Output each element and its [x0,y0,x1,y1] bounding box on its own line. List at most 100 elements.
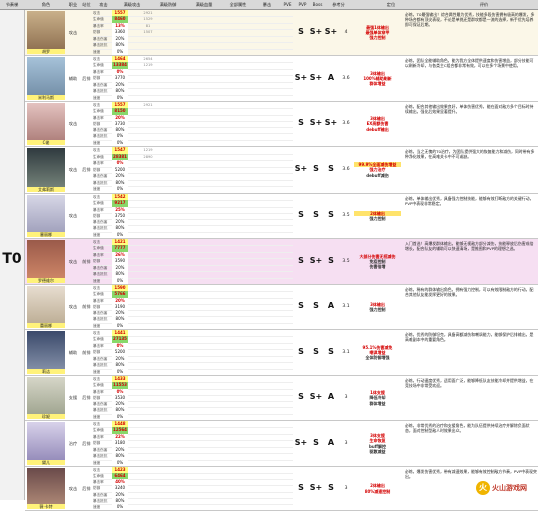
table-row[interactable]: 艾弗莉斯 攻击 后排 攻击 1547 1219 生命值 28381 2890 暴击率 0% 防御 520… [25,147,538,194]
rank-pve: S [298,346,304,356]
table-row[interactable]: 罗德维尔 攻击 前排 攻击 1421 生命值 7777 暴击率 26% 防御 3590 暴击伤害 20%… [25,239,538,285]
table-row[interactable]: 薇·卡特 攻击 后排 攻击 1423 生命值 6464 暴击率 40% 防御 3240 暴击伤害 20%… [25,467,538,511]
stat-value: 5200 [112,166,128,174]
rank-pvp: S [313,164,319,173]
role-tag: debuff输出 [366,126,389,132]
table-row[interactable]: 胡罗 攻击 攻击 1557 2921 生命值 8460 1529 暴击率 13% 81 防御 3360 1… [25,10,538,56]
rank-pvp: S+ [309,482,323,492]
character-portrait[interactable]: 罗德维尔 [27,240,65,283]
role-tag: 伤害倍增 [369,264,386,270]
character-position: 后排 [82,485,91,491]
table-row[interactable]: 莉洁 辅助 前排 攻击 1441 生命值 27135 暴击率 0% 防御 5200 暴击伤害 20% 暴击… [25,330,538,376]
tier-label: T0 [2,251,22,267]
header-cell: 暴击 [262,2,272,7]
table-row[interactable]: 塞丽娜 攻击 攻击 1542 生命值 9217 暴击率 25% 防御 3750 暴击伤害 20% 暴击抵… [25,194,538,239]
rank-boss: S+ [324,26,338,36]
header-cell: 参考分 [332,2,345,7]
stat-row: 速度 0% [93,368,293,375]
character-review: 必练，T0最强输出！综合属性最为优秀，技能多段伤害拥有极高的爆发，多种场合都有顶… [405,12,535,28]
rank-pvp: S [313,346,319,356]
header-cell: PVP [298,2,307,7]
character-name: 珍妮 [27,414,65,419]
character-review: 必练，单体输出优秀，具备强力控制技能，能够有效打断敌方的关键行动，PVP中表现非… [405,196,534,207]
character-portrait[interactable]: 胡罗 [27,11,65,54]
rank-boss: A [327,437,335,447]
role-tags: 99.9%全面减伤增益 强力治疗 debuff减伤 [354,162,401,178]
rank-boss: A [327,72,335,82]
stat-label: 速度 [93,369,101,374]
character-position: 后排 [82,75,91,81]
rank-boss: A [327,301,335,310]
character-name: 黛儿 [27,460,65,465]
reference-score: 3.5 [342,258,350,264]
stat-row: 速度 0% [93,231,293,238]
role-tag: 强力控制 [369,216,386,221]
character-position: 后排 [82,167,91,172]
character-portrait[interactable]: 黛儿 [27,422,65,465]
character-portrait[interactable]: C佬 [27,103,65,145]
stat-row: 速度 0% [93,139,293,146]
character-class: 支援 [68,395,78,400]
stat-label: 生命值 [93,154,104,159]
stat-row: 速度 0% [93,94,293,101]
rank-pvp: S+ [309,26,323,36]
stat-value: 0% [112,413,128,420]
stat-label: 速度 [93,414,101,419]
table-row[interactable]: 米利马斯 辅助 后排 攻击 1464 2654 生命值 13384 1219 暴击率 0% 防御 377… [25,56,538,102]
role-tag: 群体增益 [369,81,386,87]
role-tags: 3体支援 生命恢复 buff解控 驱散减益 [354,433,401,454]
character-portrait[interactable]: 薇·卡特 [27,468,65,509]
character-review: 必练，优秀的防御坦克，具备高额减伤和嘲讽能力，能够保护后排输出，是高难副本中的重… [405,332,534,343]
rank-pvp: S+ [309,118,323,127]
character-name: 塞丽娜 [27,232,65,237]
character-review: 必练，配合其他输出效果良好，单体伤害优秀，能在面对敌方多个目标时持续输出，强化后… [405,104,534,115]
stat-row: 速度 0% [93,186,293,193]
stat-row: 速度 0% [93,503,293,510]
stat-row: 速度 0% [93,277,293,284]
role-tag: 群体增益 [369,400,386,406]
stat-value: 0% [112,277,128,284]
stat-value: 0% [112,322,128,329]
role-tags: 3体输出 EX高额伤害 debuff输出 [354,116,401,132]
character-class: 治疗 [68,440,78,446]
rank-pve: S [298,301,304,310]
table-row[interactable]: C佬 攻击 攻击 1557 2921 生命值 8150 暴击率 20% 防御 3730 暴击伤害 80%… [25,102,538,147]
rank-pve: S [298,210,304,219]
table-row[interactable]: 珍妮 支援 后排 攻击 1433 生命值 11553 暴击率 0% 防御 3530 暴击伤害 20% 暴击… [25,376,538,421]
rank-pvp: S+ [309,72,323,82]
stat-value: 0% [112,48,128,55]
role-tag: debuff减伤 [366,172,389,178]
stat-extra: 2890 [143,154,153,159]
role-tags: 1体支援 降低冷却 群体增益 [354,390,401,406]
rank-pve: S [298,118,304,127]
stat-label: 速度 [93,278,101,283]
rank-pvp: S+ [309,392,323,401]
character-review: 必练，团队全能辅助角色，能为我方全体提供速度和伤害增益，部分技能可以刷新冷却，与… [405,58,534,69]
character-name: 蕾丽娜 [27,323,65,328]
character-portrait[interactable]: 艾弗莉斯 [27,148,65,192]
rank-pve: S [298,482,304,492]
character-name: 艾弗莉斯 [27,187,65,192]
header-cell: 职业 [68,2,78,7]
character-class: 攻击 [68,258,78,264]
role-tag: 80%减速控制 [364,488,391,494]
stat-row: 速度 0% [93,459,293,466]
character-portrait[interactable]: 蕾丽娜 [27,286,65,328]
header-cell: 满级血量 [195,2,213,7]
role-tags: 3体输出 100%辅助刷新 群体增益 [354,71,401,87]
character-portrait[interactable]: 莉洁 [27,331,65,374]
stat-value: 0% [112,94,128,101]
character-portrait[interactable]: 米利马斯 [27,57,65,100]
reference-score: 3.6 [342,167,350,172]
table-row[interactable]: 黛儿 治疗 后排 攻击 1448 生命值 12564 暴击率 22% 防御 3180 暴击伤害 20% 暴… [25,421,538,467]
rank-boss: S [328,210,334,219]
role-tags: 大部分伤害无视减伤 免疫控制 伤害倍增 [354,254,401,270]
character-position: 前排 [82,258,91,264]
character-portrait[interactable]: 塞丽娜 [27,195,65,237]
stat-value: 0% [112,231,128,238]
character-class: 攻击 [68,485,78,491]
table-row[interactable]: 蕾丽娜 攻击 前排 攻击 1590 生命值 5766 暴击率 20% 防御 3190 暴击伤害 20% 暴… [25,285,538,330]
header-cell: 节奏梯 [5,2,19,7]
character-portrait[interactable]: 珍妮 [27,377,65,419]
site-watermark: 火 火山游戏网 [474,479,536,497]
